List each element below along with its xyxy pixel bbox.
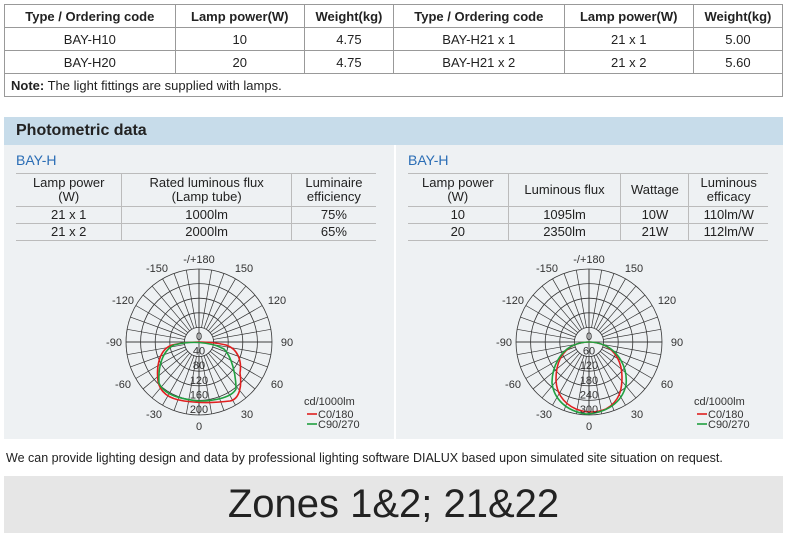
right-panel: BAY-H Lamp power (W) Luminous flux Wattage… (396, 145, 783, 439)
angle-label: -120 (502, 295, 524, 307)
angle-label: 30 (631, 409, 643, 421)
angle-label: 90 (671, 337, 683, 349)
radial-label: 0 (586, 331, 592, 343)
angle-label: -30 (536, 409, 552, 421)
angle-label: -90 (106, 337, 122, 349)
table-cell: 21 x 2 (563, 50, 694, 74)
column-header: Lamp power(W) (563, 4, 694, 28)
table-cell: 4.75 (303, 27, 394, 51)
angle-label: 0 (586, 421, 592, 433)
table-cell: 4.75 (303, 50, 394, 74)
grid-spoke (127, 328, 185, 340)
radial-label: 60 (583, 346, 595, 358)
angle-label: 90 (281, 337, 293, 349)
table-row: BAY-H10 10 4.75 BAY-H21 x 1 21 x 1 5.00 (4, 27, 784, 51)
angle-label: 120 (268, 295, 286, 307)
grid-spoke (520, 316, 576, 338)
grid-spoke (212, 316, 268, 338)
legend-label: C90/270 (318, 419, 360, 431)
angle-label: 30 (241, 409, 253, 421)
angle-label: -60 (505, 379, 521, 391)
footer-note: We can provide lighting design and data … (6, 451, 723, 465)
grid-spoke (185, 270, 197, 328)
table-cell: 21 x 1 (563, 27, 694, 51)
radial-label: 180 (580, 375, 598, 387)
grid-spoke (603, 328, 661, 340)
grid-spoke (602, 316, 658, 338)
radial-label: 120 (190, 375, 208, 387)
table-cell: 10 (174, 27, 305, 51)
grid-spoke (575, 270, 587, 328)
column-header: Type / Ordering code (4, 4, 176, 28)
column-header: Weight(kg) (692, 4, 784, 28)
radial-label: 240 (580, 389, 598, 401)
grid-spoke (201, 270, 213, 328)
zones-banner: Zones 1&2; 21&22 (4, 476, 783, 533)
angle-label: -30 (146, 409, 162, 421)
angle-label: 120 (658, 295, 676, 307)
angle-label: -90 (496, 337, 512, 349)
angle-label: -/+180 (183, 254, 215, 266)
table-cell: 20 (174, 50, 305, 74)
grid-spoke (213, 344, 271, 356)
right-polar-chart: -/+180-150 150-120 120-90 90-60 60-30 3000601… (496, 254, 750, 433)
grid-spoke (203, 273, 225, 329)
grid-spoke (130, 316, 186, 338)
angle-label: -120 (112, 295, 134, 307)
angle-label: 0 (196, 421, 202, 433)
angle-label: 60 (661, 379, 673, 391)
angle-label: -/+180 (573, 254, 605, 266)
angle-label: -60 (115, 379, 131, 391)
radial-label: 200 (190, 404, 208, 416)
grid-spoke (593, 273, 615, 329)
angle-label: -150 (536, 263, 558, 275)
legend-label: C90/270 (708, 419, 750, 431)
grid-spoke (127, 344, 185, 356)
grid-spoke (517, 328, 575, 340)
note: Note: The light fittings are supplied wi… (4, 73, 783, 97)
table-cell: 5.00 (692, 27, 784, 51)
radial-label: 0 (196, 331, 202, 343)
table-cell: BAY-H21 x 1 (392, 27, 565, 51)
radial-label: 300 (580, 404, 598, 416)
angle-label: -150 (146, 263, 168, 275)
radial-label: 40 (193, 346, 205, 358)
left-polar-chart: -/+180 -150 150 -120 120 -90 90 -60 60 -30 30 0 0 40 8… (106, 254, 360, 433)
unit-label: cd/1000lm (694, 396, 745, 408)
table-cell: BAY-H20 (4, 50, 176, 74)
spec-table: Type / Ordering code Lamp power(W) Weight(… (4, 4, 784, 97)
grid-spoke (563, 273, 585, 329)
radial-label: 160 (190, 389, 208, 401)
column-header: Type / Ordering code (392, 4, 565, 28)
grid-spoke (591, 270, 603, 328)
grid-spoke (173, 273, 195, 329)
unit-label: cd/1000lm (304, 396, 355, 408)
table-cell: BAY-H10 (4, 27, 176, 51)
left-panel: BAY-H Lamp power (W) Rated luminous flux … (4, 145, 394, 439)
table-row: BAY-H20 20 4.75 BAY-H21 x 2 21 x 2 5.60 (4, 50, 784, 74)
angle-label: 150 (625, 263, 643, 275)
radial-label: 80 (193, 360, 205, 372)
radial-label: 120 (580, 360, 598, 372)
table-cell: BAY-H21 x 2 (392, 50, 565, 74)
grid-spoke (213, 328, 271, 340)
column-header: Weight(kg) (303, 4, 394, 28)
angle-label: 150 (235, 263, 253, 275)
column-header: Lamp power(W) (174, 4, 305, 28)
angle-label: 60 (271, 379, 283, 391)
section-title: Photometric data (4, 117, 783, 145)
table-cell: 5.60 (692, 50, 784, 74)
